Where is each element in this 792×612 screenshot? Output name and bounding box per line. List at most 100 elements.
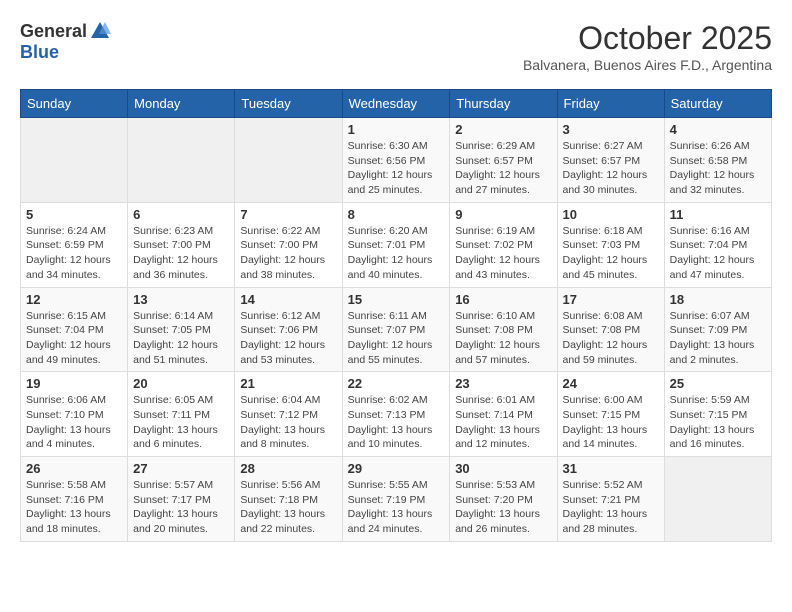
day-number: 15	[348, 292, 445, 307]
calendar-cell: 6 Sunrise: 6:23 AM Sunset: 7:00 PM Daylig…	[128, 202, 235, 287]
day-detail: Sunrise: 5:59 AM Sunset: 7:15 PM Dayligh…	[670, 393, 766, 452]
day-detail: Sunrise: 6:01 AM Sunset: 7:14 PM Dayligh…	[455, 393, 551, 452]
day-number: 11	[670, 207, 766, 222]
calendar-cell: 19Sunrise: 6:06 AM Sunset: 7:10 PM Dayli…	[21, 372, 128, 457]
logo-general: General	[20, 21, 87, 42]
calendar-cell: 8 Sunrise: 6:20 AM Sunset: 7:01 PM Daylig…	[342, 202, 450, 287]
day-number: 10	[563, 207, 659, 222]
weekday-header-tuesday: Tuesday	[235, 90, 342, 118]
calendar-week-1: 1 Sunrise: 6:30 AM Sunset: 6:56 PM Daylig…	[21, 118, 772, 203]
calendar-week-3: 12Sunrise: 6:15 AM Sunset: 7:04 PM Dayli…	[21, 287, 772, 372]
day-number: 18	[670, 292, 766, 307]
day-detail: Sunrise: 6:10 AM Sunset: 7:08 PM Dayligh…	[455, 309, 551, 368]
day-number: 28	[240, 461, 336, 476]
calendar-cell: 7Sunrise: 6:22 AM Sunset: 7:00 PM Daylig…	[235, 202, 342, 287]
weekday-header-sunday: Sunday	[21, 90, 128, 118]
day-detail: Sunrise: 6:20 AM Sunset: 7:01 PM Dayligh…	[348, 224, 445, 283]
calendar-week-2: 5 Sunrise: 6:24 AM Sunset: 6:59 PM Daylig…	[21, 202, 772, 287]
day-detail: Sunrise: 6:07 AM Sunset: 7:09 PM Dayligh…	[670, 309, 766, 368]
day-number: 29	[348, 461, 445, 476]
calendar-week-5: 26 Sunrise: 5:58 AM Sunset: 7:16 PM Dayli…	[21, 457, 772, 542]
title-section: October 2025 Balvanera, Buenos Aires F.D…	[523, 20, 772, 73]
day-number: 4	[670, 122, 766, 137]
weekday-header-row: SundayMondayTuesdayWednesdayThursdayFrid…	[21, 90, 772, 118]
day-detail: Sunrise: 5:52 AM Sunset: 7:21 PM Dayligh…	[563, 478, 659, 537]
weekday-header-wednesday: Wednesday	[342, 90, 450, 118]
calendar-cell: 26 Sunrise: 5:58 AM Sunset: 7:16 PM Dayli…	[21, 457, 128, 542]
calendar: SundayMondayTuesdayWednesdayThursdayFrid…	[20, 89, 772, 542]
day-detail: Sunrise: 5:58 AM Sunset: 7:16 PM Dayligh…	[26, 478, 122, 537]
calendar-cell: 5 Sunrise: 6:24 AM Sunset: 6:59 PM Daylig…	[21, 202, 128, 287]
day-detail: Sunrise: 5:55 AM Sunset: 7:19 PM Dayligh…	[348, 478, 445, 537]
day-detail: Sunrise: 6:19 AM Sunset: 7:02 PM Dayligh…	[455, 224, 551, 283]
calendar-cell: 14 Sunrise: 6:12 AM Sunset: 7:06 PM Dayli…	[235, 287, 342, 372]
calendar-cell: 1 Sunrise: 6:30 AM Sunset: 6:56 PM Daylig…	[342, 118, 450, 203]
day-number: 27	[133, 461, 229, 476]
calendar-cell: 28 Sunrise: 5:56 AM Sunset: 7:18 PM Dayli…	[235, 457, 342, 542]
day-detail: Sunrise: 6:18 AM Sunset: 7:03 PM Dayligh…	[563, 224, 659, 283]
day-number: 8	[348, 207, 445, 222]
calendar-cell: 21 Sunrise: 6:04 AM Sunset: 7:12 PM Dayli…	[235, 372, 342, 457]
day-detail: Sunrise: 6:05 AM Sunset: 7:11 PM Dayligh…	[133, 393, 229, 452]
day-detail: Sunrise: 6:26 AM Sunset: 6:58 PM Dayligh…	[670, 139, 766, 198]
day-detail: Sunrise: 6:02 AM Sunset: 7:13 PM Dayligh…	[348, 393, 445, 452]
day-number: 2	[455, 122, 551, 137]
calendar-cell: 4 Sunrise: 6:26 AM Sunset: 6:58 PM Daylig…	[664, 118, 771, 203]
logo-blue: Blue	[20, 42, 59, 63]
calendar-cell: 3 Sunrise: 6:27 AM Sunset: 6:57 PM Daylig…	[557, 118, 664, 203]
page-header: General Blue October 2025 Balvanera, Bue…	[20, 20, 772, 73]
calendar-cell	[21, 118, 128, 203]
day-number: 5	[26, 207, 122, 222]
calendar-cell: 9Sunrise: 6:19 AM Sunset: 7:02 PM Daylig…	[450, 202, 557, 287]
day-number: 17	[563, 292, 659, 307]
day-number: 13	[133, 292, 229, 307]
calendar-cell: 25 Sunrise: 5:59 AM Sunset: 7:15 PM Dayli…	[664, 372, 771, 457]
day-number: 20	[133, 376, 229, 391]
day-number: 7	[240, 207, 336, 222]
calendar-cell: 16Sunrise: 6:10 AM Sunset: 7:08 PM Dayli…	[450, 287, 557, 372]
day-detail: Sunrise: 6:04 AM Sunset: 7:12 PM Dayligh…	[240, 393, 336, 452]
subtitle: Balvanera, Buenos Aires F.D., Argentina	[523, 57, 772, 73]
day-detail: Sunrise: 6:23 AM Sunset: 7:00 PM Dayligh…	[133, 224, 229, 283]
day-number: 21	[240, 376, 336, 391]
calendar-cell: 10 Sunrise: 6:18 AM Sunset: 7:03 PM Dayli…	[557, 202, 664, 287]
day-detail: Sunrise: 6:00 AM Sunset: 7:15 PM Dayligh…	[563, 393, 659, 452]
calendar-cell: 22Sunrise: 6:02 AM Sunset: 7:13 PM Dayli…	[342, 372, 450, 457]
day-detail: Sunrise: 6:08 AM Sunset: 7:08 PM Dayligh…	[563, 309, 659, 368]
day-detail: Sunrise: 6:27 AM Sunset: 6:57 PM Dayligh…	[563, 139, 659, 198]
day-detail: Sunrise: 6:29 AM Sunset: 6:57 PM Dayligh…	[455, 139, 551, 198]
day-number: 14	[240, 292, 336, 307]
day-detail: Sunrise: 6:24 AM Sunset: 6:59 PM Dayligh…	[26, 224, 122, 283]
day-detail: Sunrise: 6:30 AM Sunset: 6:56 PM Dayligh…	[348, 139, 445, 198]
day-detail: Sunrise: 6:11 AM Sunset: 7:07 PM Dayligh…	[348, 309, 445, 368]
day-number: 6	[133, 207, 229, 222]
calendar-cell: 15 Sunrise: 6:11 AM Sunset: 7:07 PM Dayli…	[342, 287, 450, 372]
weekday-header-saturday: Saturday	[664, 90, 771, 118]
calendar-cell: 30Sunrise: 5:53 AM Sunset: 7:20 PM Dayli…	[450, 457, 557, 542]
calendar-cell: 11Sunrise: 6:16 AM Sunset: 7:04 PM Dayli…	[664, 202, 771, 287]
calendar-cell: 27 Sunrise: 5:57 AM Sunset: 7:17 PM Dayli…	[128, 457, 235, 542]
day-number: 3	[563, 122, 659, 137]
calendar-cell	[128, 118, 235, 203]
calendar-cell	[235, 118, 342, 203]
calendar-cell: 23 Sunrise: 6:01 AM Sunset: 7:14 PM Dayli…	[450, 372, 557, 457]
calendar-cell	[664, 457, 771, 542]
weekday-header-thursday: Thursday	[450, 90, 557, 118]
day-detail: Sunrise: 5:53 AM Sunset: 7:20 PM Dayligh…	[455, 478, 551, 537]
calendar-cell: 20 Sunrise: 6:05 AM Sunset: 7:11 PM Dayli…	[128, 372, 235, 457]
calendar-cell: 2 Sunrise: 6:29 AM Sunset: 6:57 PM Daylig…	[450, 118, 557, 203]
day-detail: Sunrise: 5:56 AM Sunset: 7:18 PM Dayligh…	[240, 478, 336, 537]
day-number: 23	[455, 376, 551, 391]
day-number: 26	[26, 461, 122, 476]
logo-icon	[89, 20, 111, 42]
calendar-cell: 24Sunrise: 6:00 AM Sunset: 7:15 PM Dayli…	[557, 372, 664, 457]
day-number: 12	[26, 292, 122, 307]
day-number: 25	[670, 376, 766, 391]
weekday-header-monday: Monday	[128, 90, 235, 118]
day-detail: Sunrise: 6:12 AM Sunset: 7:06 PM Dayligh…	[240, 309, 336, 368]
day-detail: Sunrise: 6:14 AM Sunset: 7:05 PM Dayligh…	[133, 309, 229, 368]
day-number: 1	[348, 122, 445, 137]
day-number: 31	[563, 461, 659, 476]
day-detail: Sunrise: 5:57 AM Sunset: 7:17 PM Dayligh…	[133, 478, 229, 537]
calendar-cell: 12Sunrise: 6:15 AM Sunset: 7:04 PM Dayli…	[21, 287, 128, 372]
